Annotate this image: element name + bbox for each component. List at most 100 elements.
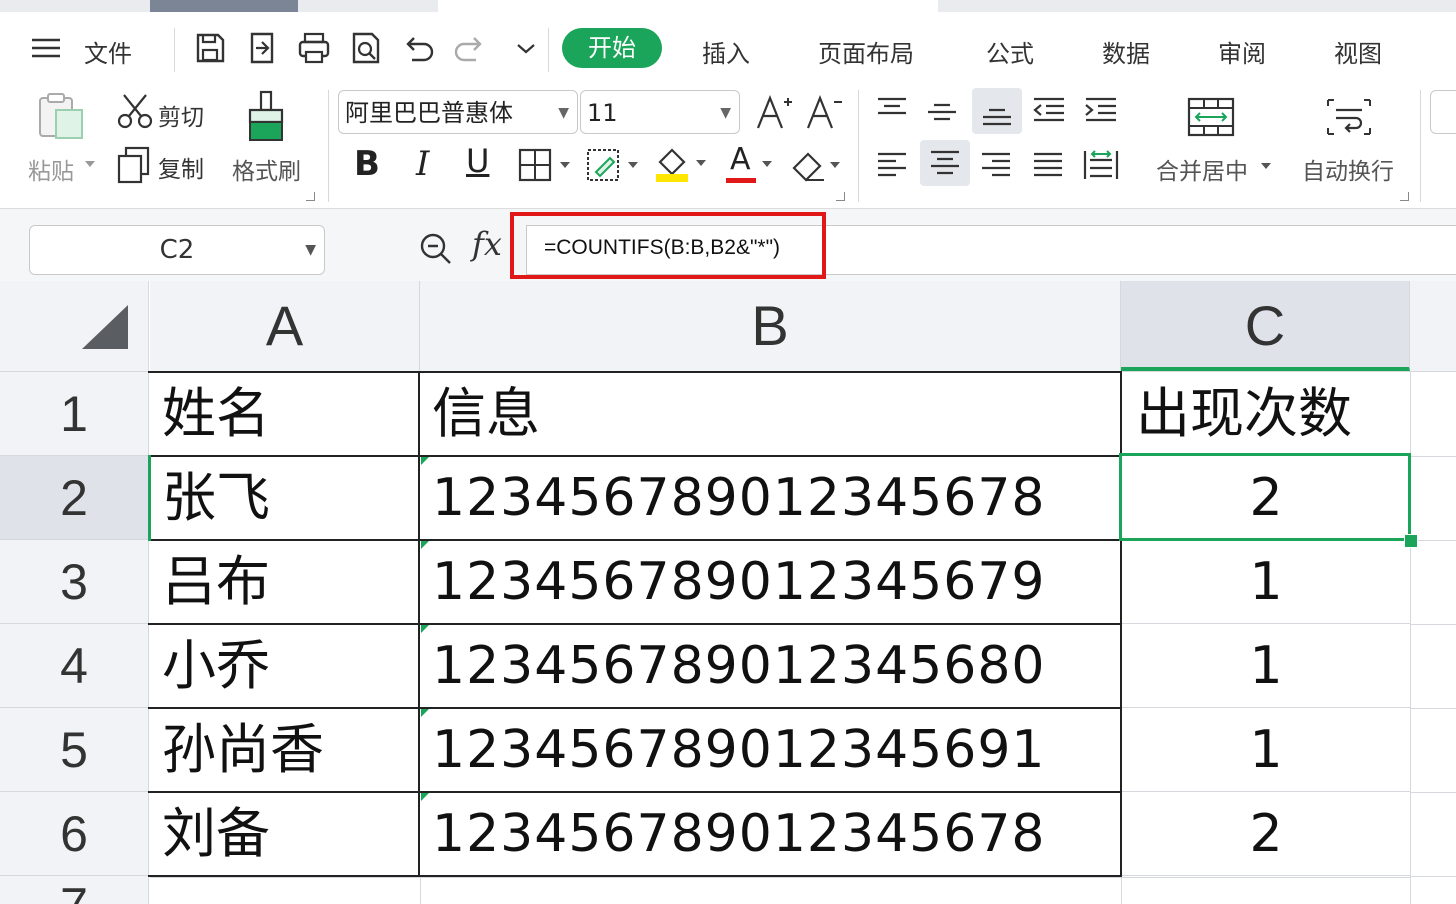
decrease-indent-icon[interactable] — [1030, 96, 1068, 126]
zoom-formula-icon[interactable] — [418, 231, 454, 267]
column-header-c[interactable]: C — [1121, 281, 1410, 371]
row-header-3[interactable]: 3 — [0, 540, 148, 624]
underline-button[interactable]: U — [466, 142, 489, 180]
cell-b5[interactable]: 123456789012345691 — [420, 709, 1120, 791]
tab-page-layout[interactable]: 页面布局 — [818, 34, 914, 69]
row-header-4[interactable]: 4 — [0, 624, 148, 708]
paste-label[interactable]: 粘贴 — [28, 152, 74, 186]
fill-handle[interactable] — [1404, 534, 1418, 548]
column-header-a[interactable]: A — [150, 281, 420, 371]
undo-icon[interactable] — [400, 30, 436, 66]
copy-label[interactable]: 复制 — [158, 150, 204, 184]
wrap-text-label[interactable]: 自动换行 — [1302, 152, 1394, 186]
cell-a3[interactable]: 吕布 — [150, 541, 418, 623]
cell-c1[interactable]: 出现次数 — [1122, 373, 1410, 455]
table-border — [148, 707, 1122, 709]
cell-b4[interactable]: 123456789012345680 — [420, 625, 1120, 707]
fill-color-icon[interactable] — [654, 144, 708, 184]
format-painter-label[interactable]: 格式刷 — [232, 152, 301, 186]
menu-file[interactable]: 文件 — [84, 34, 132, 69]
cell-a4[interactable]: 小乔 — [150, 625, 418, 707]
tab-view[interactable]: 视图 — [1334, 34, 1382, 69]
italic-button[interactable]: I — [416, 144, 429, 184]
font-size-select[interactable]: 11 ▼ — [580, 90, 740, 134]
separator — [858, 90, 859, 202]
select-all-corner[interactable] — [0, 281, 149, 371]
column-header-d[interactable] — [1410, 281, 1456, 371]
save-icon[interactable] — [192, 30, 228, 66]
cell-b6[interactable]: 123456789012345678 — [420, 793, 1120, 875]
format-painter-icon[interactable] — [244, 90, 290, 144]
row-header-5[interactable]: 5 — [0, 708, 148, 792]
font-name-select[interactable]: 阿里巴巴普惠体 ▼ — [338, 90, 578, 134]
gridline — [1410, 876, 1456, 877]
align-center-button[interactable] — [920, 140, 970, 186]
cell-c6[interactable]: 2 — [1122, 793, 1410, 875]
scissors-icon[interactable] — [116, 92, 154, 130]
copy-icon[interactable] — [116, 146, 152, 184]
cell-a1[interactable]: 姓名 — [150, 373, 418, 455]
cell-b2[interactable]: 123456789012345678 — [420, 457, 1120, 539]
more-dropdown-icon[interactable] — [508, 30, 544, 66]
tab-data[interactable]: 数据 — [1102, 34, 1150, 69]
cell-c5[interactable]: 1 — [1122, 709, 1410, 791]
insert-function-button[interactable]: fx — [472, 225, 502, 263]
print-icon[interactable] — [296, 30, 332, 66]
chevron-down-icon[interactable] — [760, 158, 774, 170]
row-header-7[interactable]: 7 — [0, 876, 148, 904]
paste-icon[interactable] — [36, 92, 86, 142]
print-preview-icon[interactable] — [348, 30, 384, 66]
row-header-6[interactable]: 6 — [0, 792, 148, 876]
column-header-b[interactable]: B — [420, 281, 1121, 371]
row-header-2[interactable]: 2 — [0, 456, 148, 540]
separator — [174, 28, 175, 72]
wrap-text-icon[interactable] — [1324, 96, 1374, 138]
font-group-launcher[interactable] — [836, 192, 845, 201]
merge-center-label[interactable]: 合并居中 — [1156, 152, 1248, 186]
redo-icon[interactable] — [452, 30, 488, 66]
cell-c3[interactable]: 1 — [1122, 541, 1410, 623]
gridline — [1121, 877, 1122, 904]
align-middle-icon[interactable] — [924, 96, 960, 126]
separator — [1420, 90, 1421, 202]
tab-review[interactable]: 审阅 — [1218, 34, 1266, 69]
align-left-icon[interactable] — [874, 150, 910, 180]
cell-a5[interactable]: 孙尚香 — [150, 709, 418, 791]
distributed-align-icon[interactable] — [1082, 148, 1120, 182]
bold-button[interactable]: B — [354, 144, 380, 184]
chevron-down-icon[interactable] — [1260, 160, 1272, 172]
increase-font-size-icon[interactable] — [754, 92, 794, 132]
table-border — [148, 791, 1122, 793]
increase-indent-icon[interactable] — [1082, 96, 1120, 126]
export-pdf-icon[interactable] — [244, 30, 280, 66]
merge-center-icon[interactable] — [1186, 96, 1236, 138]
cell-b3[interactable]: 123456789012345679 — [420, 541, 1120, 623]
decrease-font-size-icon[interactable] — [804, 92, 844, 132]
row-header-1[interactable]: 1 — [0, 372, 148, 456]
tab-formulas[interactable]: 公式 — [986, 34, 1034, 69]
cell-style-icon[interactable] — [586, 148, 640, 182]
cell-b1[interactable]: 信息 — [420, 373, 1120, 455]
justify-icon[interactable] — [1030, 150, 1066, 180]
number-format-select[interactable] — [1430, 90, 1456, 134]
cell-c4[interactable]: 1 — [1122, 625, 1410, 707]
tab-insert[interactable]: 插入 — [702, 34, 750, 69]
cell-a2[interactable]: 张飞 — [150, 457, 418, 539]
active-cell-outline — [1119, 453, 1411, 541]
tab-home[interactable]: 开始 — [562, 28, 662, 68]
align-top-icon[interactable] — [874, 96, 910, 126]
alignment-group-launcher[interactable] — [1400, 192, 1409, 201]
cell-a6[interactable]: 刘备 — [150, 793, 418, 875]
align-bottom-button[interactable] — [972, 88, 1022, 134]
cut-label[interactable]: 剪切 — [158, 98, 204, 132]
gridline — [1122, 707, 1410, 708]
hamburger-menu-icon[interactable] — [28, 30, 64, 66]
borders-icon[interactable] — [518, 148, 572, 182]
clear-format-icon[interactable] — [790, 148, 844, 182]
font-color-button[interactable]: A — [730, 142, 751, 177]
name-box[interactable]: C2 ▼ — [29, 225, 325, 275]
paste-dropdown-icon[interactable] — [84, 158, 96, 170]
clipboard-group-launcher[interactable] — [306, 192, 315, 201]
gridline — [1410, 792, 1456, 793]
align-right-icon[interactable] — [978, 150, 1014, 180]
